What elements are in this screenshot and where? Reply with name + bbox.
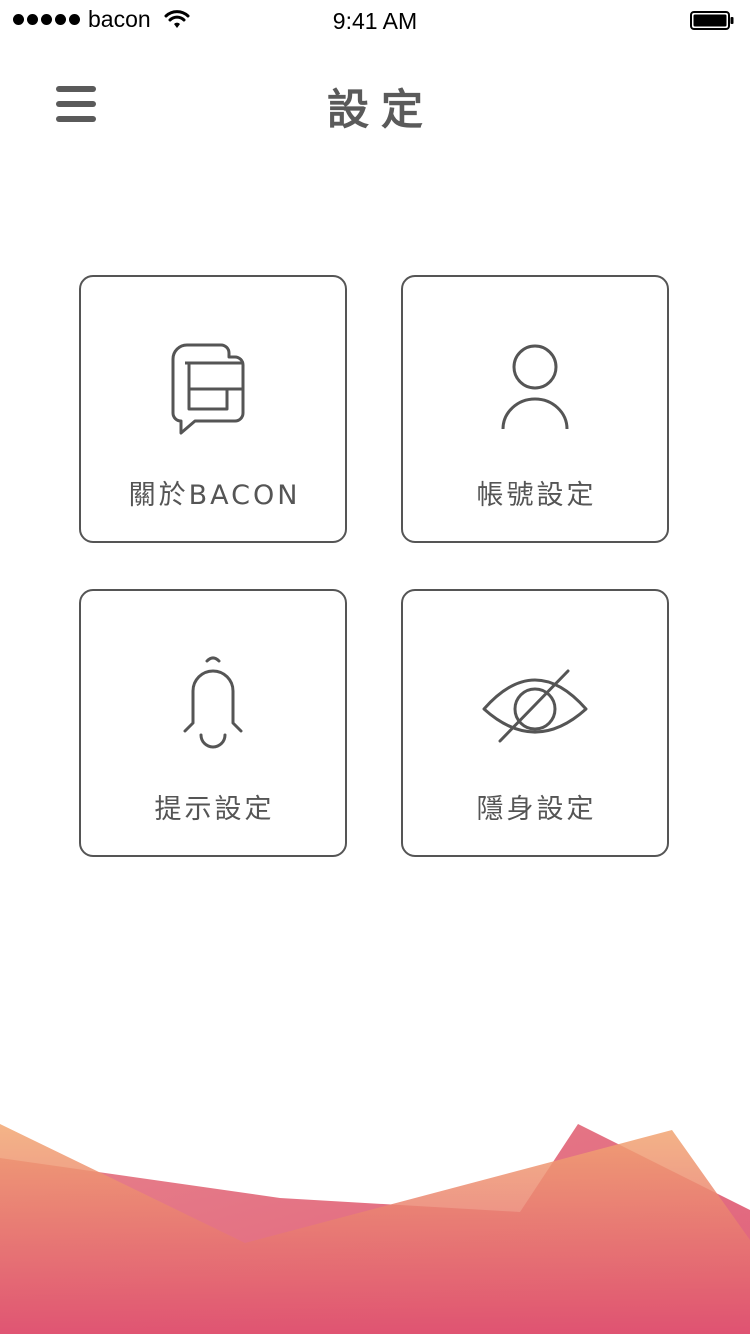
clock: 9:41 AM xyxy=(332,8,418,34)
bell-icon xyxy=(183,656,243,749)
user-icon xyxy=(501,344,569,430)
about-bacon-tile[interactable]: 關於BACON xyxy=(79,275,347,543)
privacy-settings-tile[interactable]: 隱身設定 xyxy=(401,589,669,857)
notification-settings-label: 提示設定 xyxy=(154,794,275,825)
page-title: 設定 xyxy=(326,85,435,134)
privacy-settings-label: 隱身設定 xyxy=(476,794,597,825)
decorative-background xyxy=(0,1124,750,1334)
battery-icon xyxy=(690,11,734,30)
account-settings-tile[interactable]: 帳號設定 xyxy=(401,275,669,543)
eye-slash-icon xyxy=(482,669,588,743)
notification-settings-tile[interactable]: 提示設定 xyxy=(79,589,347,857)
bacon-chat-icon xyxy=(171,343,245,435)
settings-screen: bacon 9:41 AM 設定 關於BACON 帳號設定 提示設定 隱身設定 xyxy=(0,0,750,1334)
about-bacon-label: 關於BACON xyxy=(128,480,301,511)
status-bar: bacon 9:41 AM xyxy=(0,0,750,40)
account-settings-label: 帳號設定 xyxy=(476,480,597,511)
